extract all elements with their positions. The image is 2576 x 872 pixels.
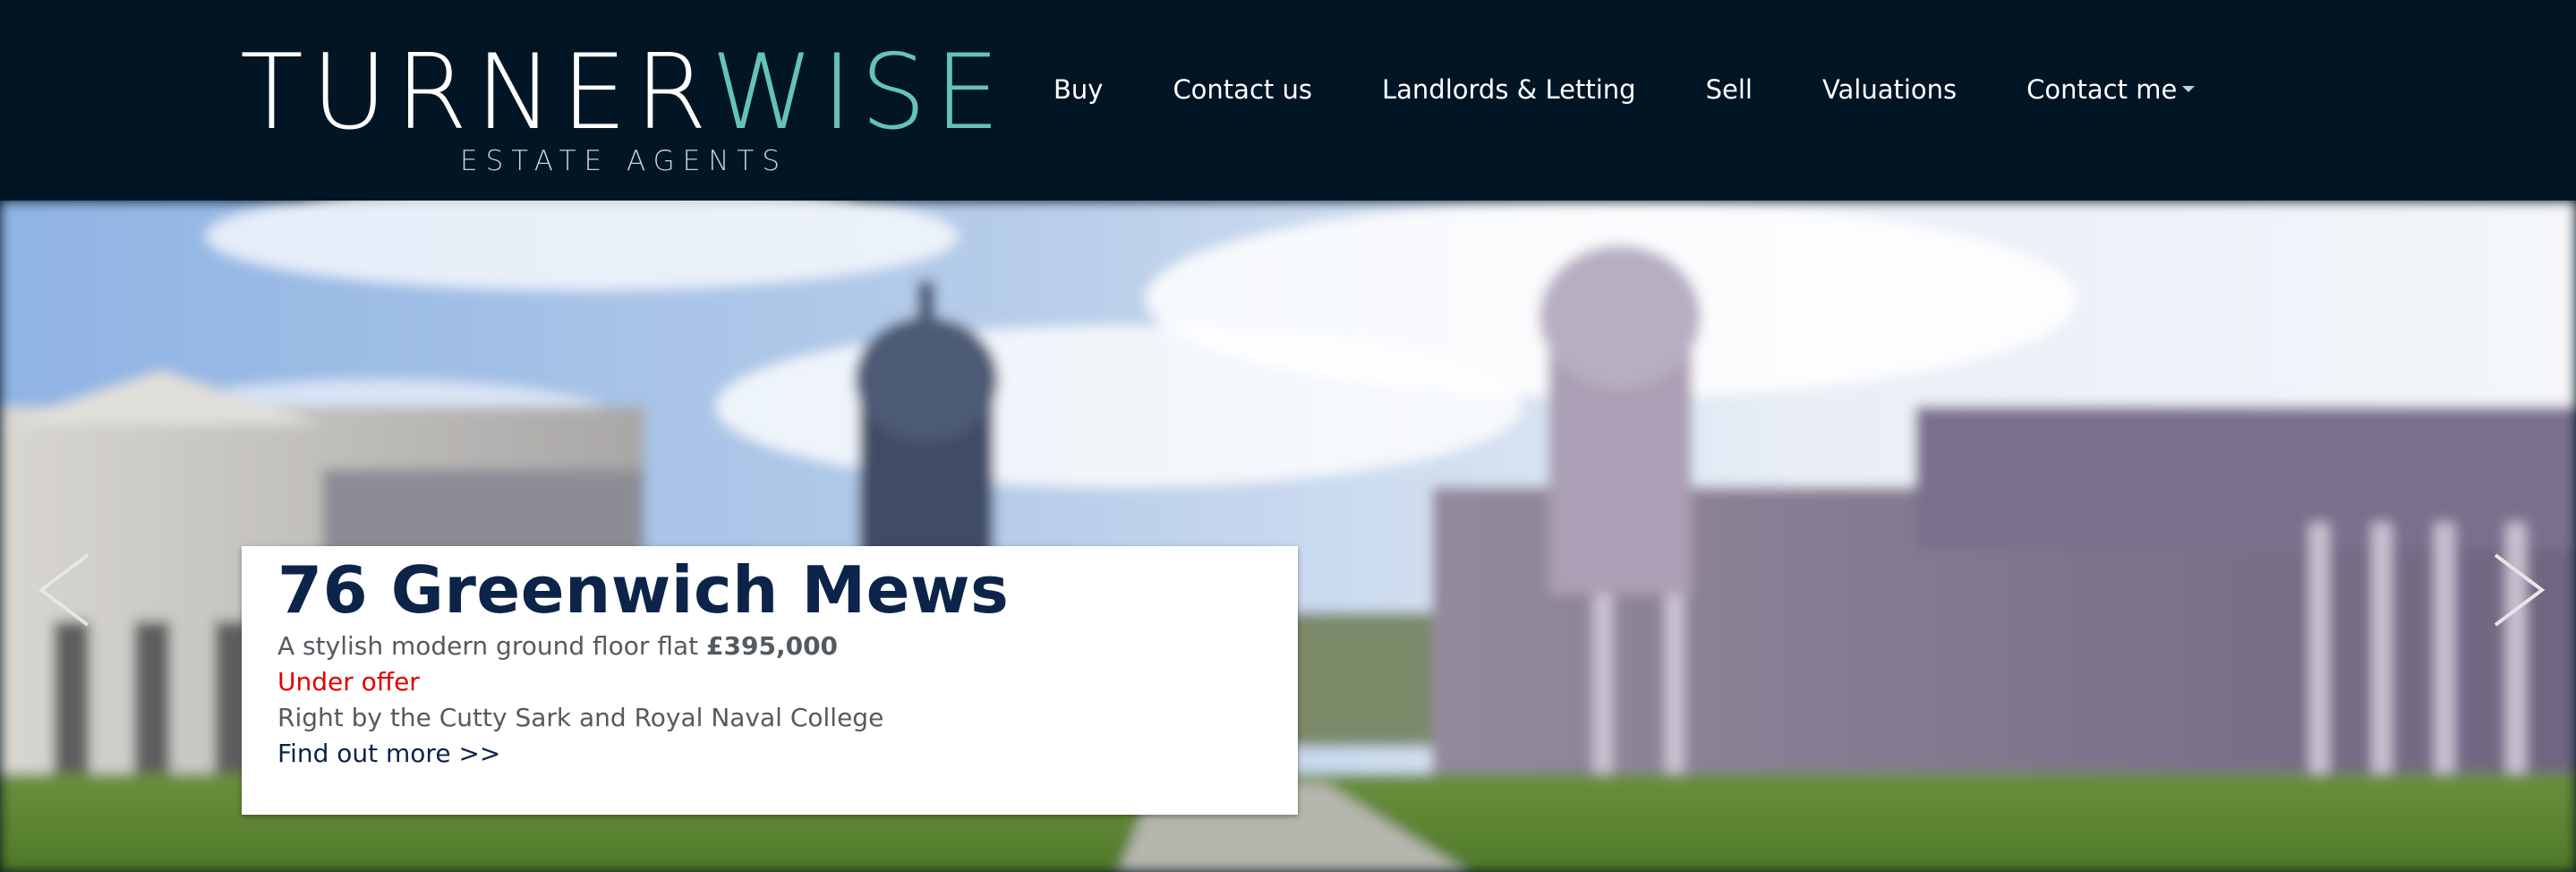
main-nav: Buy Contact us Landlords & Letting Sell … <box>1053 66 2196 113</box>
nav-item-sell[interactable]: Sell <box>1706 66 1753 113</box>
slider-next-button[interactable] <box>2488 550 2551 630</box>
slider-prev-button[interactable] <box>34 550 97 630</box>
property-caption-card: 76 Greenwich Mews A stylish modern groun… <box>242 546 1298 815</box>
logo-word-turner: TURNER <box>240 32 712 153</box>
property-status: Under offer <box>277 667 420 697</box>
find-out-more-link[interactable]: Find out more >> <box>277 736 500 772</box>
nav-item-landlords-letting[interactable]: Landlords & Letting <box>1382 66 1636 113</box>
nav-item-valuations[interactable]: Valuations <box>1822 66 1957 113</box>
property-description-line: A stylish modern ground floor flat £395,… <box>277 628 838 664</box>
caret-down-icon <box>2182 85 2196 92</box>
site-header: TURNERWISE ESTATE AGENTS Buy Contact us … <box>0 0 2576 201</box>
nav-item-contact-us[interactable]: Contact us <box>1173 66 1312 113</box>
nav-item-buy[interactable]: Buy <box>1053 66 1103 113</box>
logo-word-wise: WISE <box>711 32 1009 153</box>
property-price: £395,000 <box>706 631 839 661</box>
logo-tagline: ESTATE AGENTS <box>460 145 789 177</box>
property-description: A stylish modern ground floor flat <box>277 631 699 661</box>
turnerwise-logo[interactable]: TURNERWISE ESTATE AGENTS <box>240 21 1000 183</box>
property-location-note: Right by the Cutty Sark and Royal Naval … <box>277 703 884 732</box>
logo-wordmark: TURNERWISE <box>240 39 1008 147</box>
property-title: 76 Greenwich Mews <box>277 552 1010 628</box>
chevron-left-icon <box>38 553 90 627</box>
nav-item-contact-me-label: Contact me <box>2026 74 2178 105</box>
chevron-right-icon <box>2494 553 2546 627</box>
nav-item-contact-me[interactable]: Contact me <box>2026 66 2196 113</box>
hero-slider: 76 Greenwich Mews A stylish modern groun… <box>0 201 2576 872</box>
